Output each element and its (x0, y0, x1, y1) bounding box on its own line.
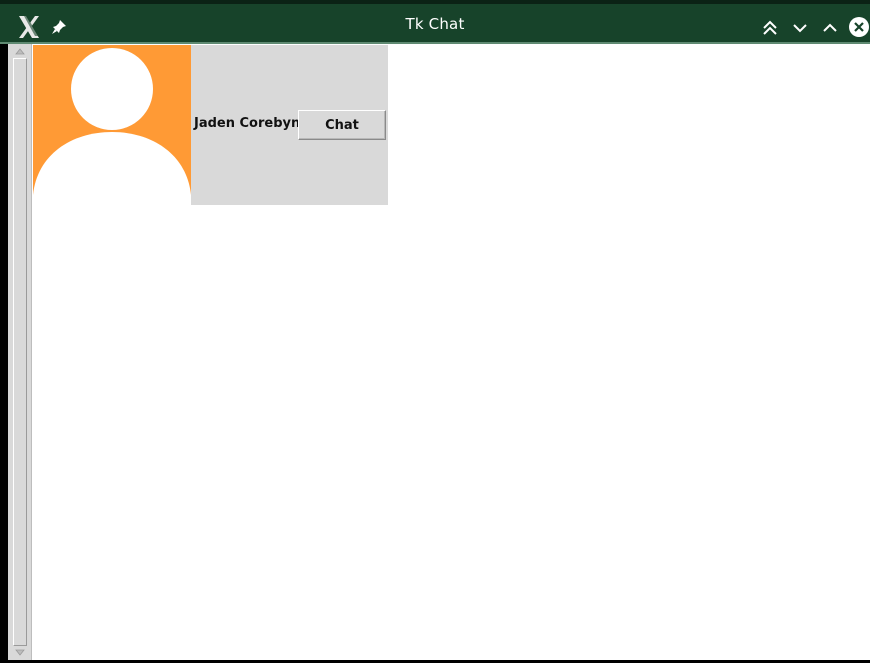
person-silhouette-icon (33, 45, 191, 205)
shade-double-chevron-up-icon[interactable] (760, 18, 780, 38)
chevron-down-icon[interactable] (790, 18, 810, 38)
title-bar[interactable]: Tk Chat (0, 0, 870, 42)
contact-name: Jaden Corebyn (194, 116, 301, 131)
app-window: Tk Chat Jaden Corebyn Chat (0, 0, 870, 663)
scroll-up-arrow-icon[interactable] (14, 46, 26, 56)
chevron-up-icon[interactable] (820, 18, 840, 38)
scrollbar-thumb[interactable] (13, 58, 27, 646)
chat-button[interactable]: Chat (298, 110, 386, 140)
contact-list-canvas: Jaden Corebyn Chat (8, 44, 870, 660)
contact-row: Jaden Corebyn Chat (33, 45, 388, 205)
vertical-scrollbar[interactable] (8, 44, 32, 660)
scroll-down-arrow-icon[interactable] (14, 648, 26, 658)
window-title: Tk Chat (405, 15, 465, 33)
close-icon[interactable] (848, 16, 870, 38)
